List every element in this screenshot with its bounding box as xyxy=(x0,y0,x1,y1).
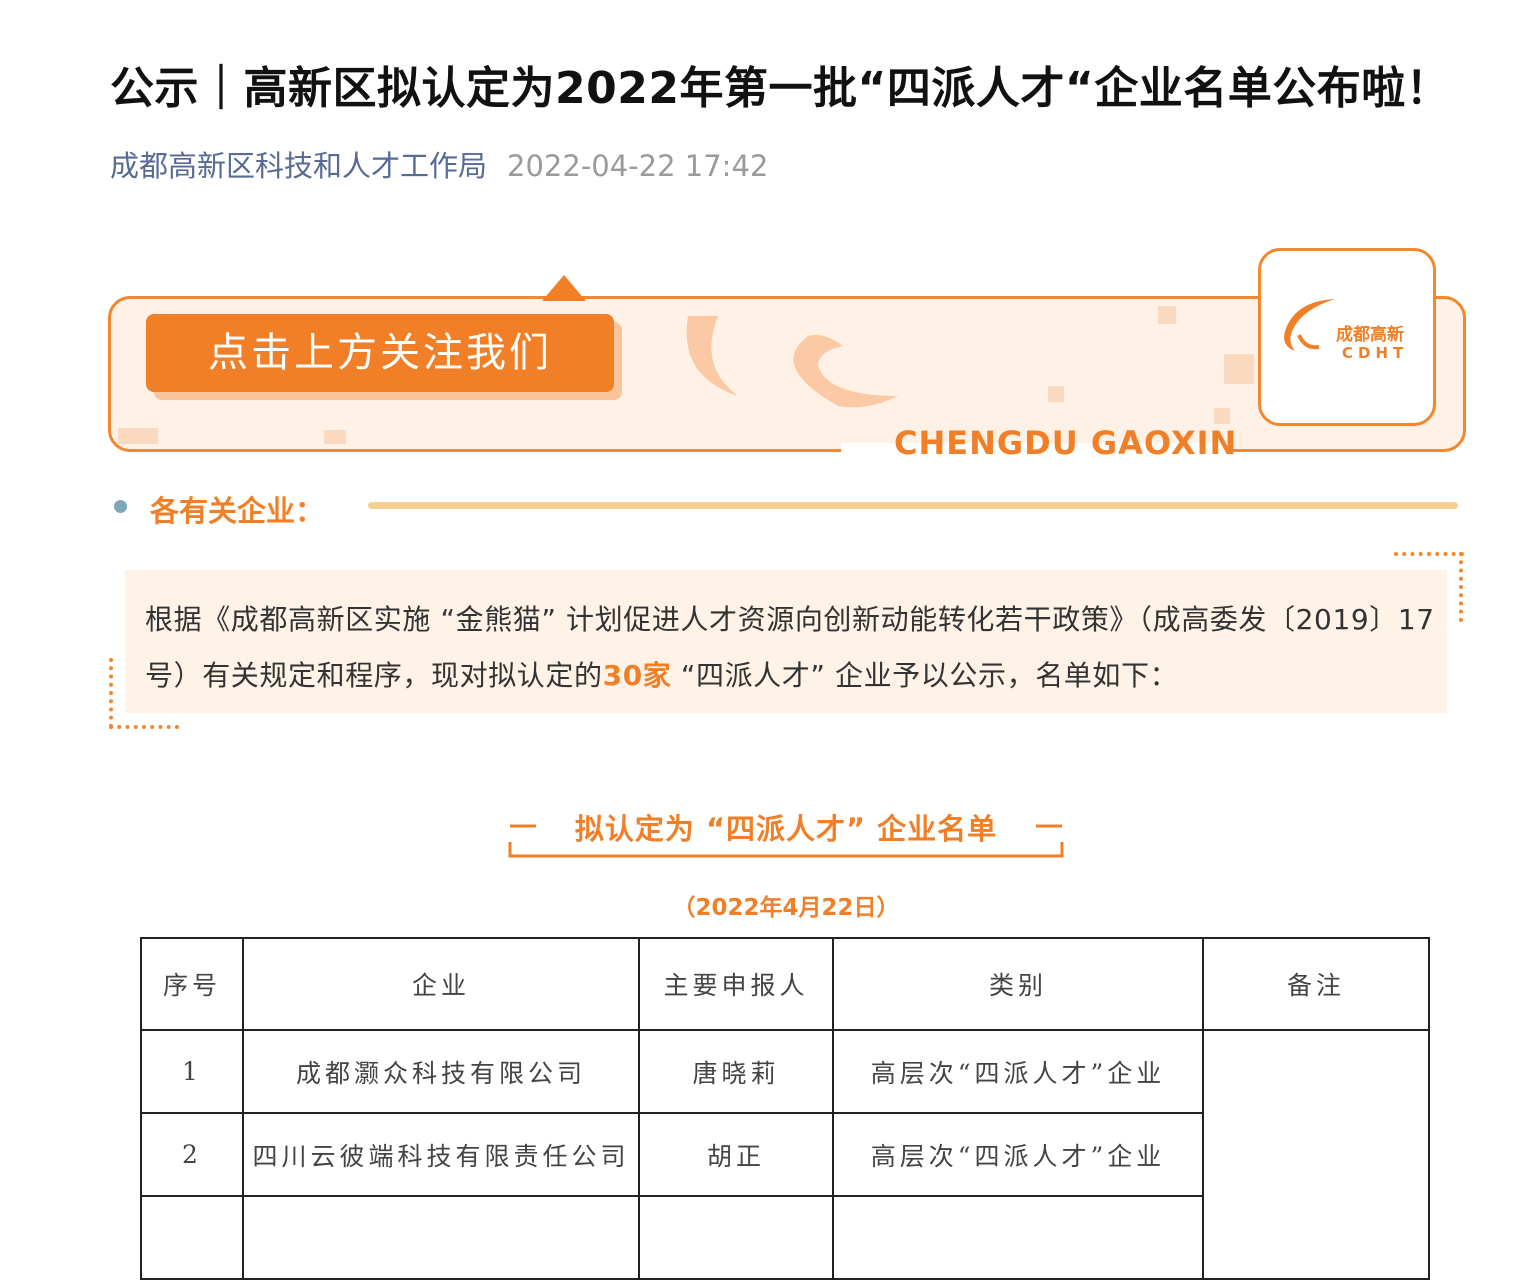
follow-banner[interactable]: 点击上方关注我们 成都高新 CDHT CHENGDU GAOXIN xyxy=(108,248,1466,468)
decor-square xyxy=(1214,408,1230,424)
intro-box: 根据《成都高新区实施 “金熊猫” 计划促进人才资源向创新动能转化若干政策》（成高… xyxy=(125,570,1447,713)
decor-square xyxy=(1048,386,1064,402)
logo-swirl-icon xyxy=(1284,299,1335,351)
pointer-triangle-icon xyxy=(542,275,586,301)
list-title: 拟认定为 “四派人才” 企业名单 xyxy=(574,812,998,846)
cell-remarks xyxy=(1202,1029,1430,1280)
header-company: 企业 xyxy=(242,937,640,1031)
publish-date: 2022-04-22 17:42 xyxy=(507,149,769,183)
cell-applicant: 唐晓莉 xyxy=(638,1029,834,1114)
logo-text-cn: 成都高新 xyxy=(1336,325,1404,345)
header-applicant: 主要申报人 xyxy=(638,937,834,1031)
table-row: 1 成都灏众科技有限公司 唐晓莉 高层次“四派人才”企业 xyxy=(140,1029,1430,1280)
list-date: （2022年4月22日） xyxy=(672,895,900,921)
cell-applicant: 胡正 xyxy=(638,1112,834,1197)
cell-applicant xyxy=(638,1195,834,1280)
section-divider xyxy=(368,502,1458,509)
intro-paragraph: 根据《成都高新区实施 “金熊猫” 计划促进人才资源向创新动能转化若干政策》（成高… xyxy=(145,592,1435,704)
follow-us-button[interactable]: 点击上方关注我们 xyxy=(146,314,614,392)
logo-text-en: CDHT xyxy=(1342,344,1409,362)
section-heading: 各有关企业： xyxy=(150,494,325,528)
cell-no xyxy=(140,1195,244,1280)
bullet-dot-icon xyxy=(114,500,127,513)
dotted-corner xyxy=(109,658,113,728)
cell-no: 2 xyxy=(140,1112,244,1197)
cell-no: 1 xyxy=(140,1029,244,1114)
banner-english-title: CHENGDU GAOXIN xyxy=(894,424,1238,462)
header-no: 序号 xyxy=(140,937,244,1031)
cell-category: 高层次“四派人才”企业 xyxy=(832,1112,1204,1197)
cell-category xyxy=(832,1195,1204,1280)
dotted-corner xyxy=(109,725,179,729)
cell-company: 四川云彼端科技有限责任公司 xyxy=(242,1112,640,1197)
author-link[interactable]: 成都高新区科技和人才工作局 xyxy=(110,149,487,183)
cell-company xyxy=(242,1195,640,1280)
article-title: 公示｜高新区拟认定为2022年第一批“四派人才“企业名单公布啦！ xyxy=(110,63,1451,114)
table-header-row: 序号 企业 主要申报人 类别 备注 xyxy=(140,937,1430,1031)
decor-square xyxy=(118,428,158,444)
decor-square xyxy=(324,430,346,444)
company-count: 30家 xyxy=(602,659,672,692)
cell-category: 高层次“四派人才”企业 xyxy=(832,1029,1204,1114)
company-table: 序号 企业 主要申报人 类别 备注 1 成都灏众科技有限公司 唐晓莉 高层次“四… xyxy=(140,937,1430,1280)
header-remarks: 备注 xyxy=(1202,937,1430,1031)
swirl-decoration xyxy=(686,316,898,408)
cell-company: 成都灏众科技有限公司 xyxy=(242,1029,640,1114)
dotted-corner xyxy=(1394,552,1464,556)
article-meta: 成都高新区科技和人才工作局 2022-04-22 17:42 xyxy=(110,144,768,188)
decor-square xyxy=(1224,354,1254,384)
dotted-corner xyxy=(1459,552,1463,622)
header-category: 类别 xyxy=(832,937,1204,1031)
decor-square xyxy=(1158,306,1176,324)
intro-text-end: “四派人才” 企业予以公示，名单如下： xyxy=(671,659,1179,692)
